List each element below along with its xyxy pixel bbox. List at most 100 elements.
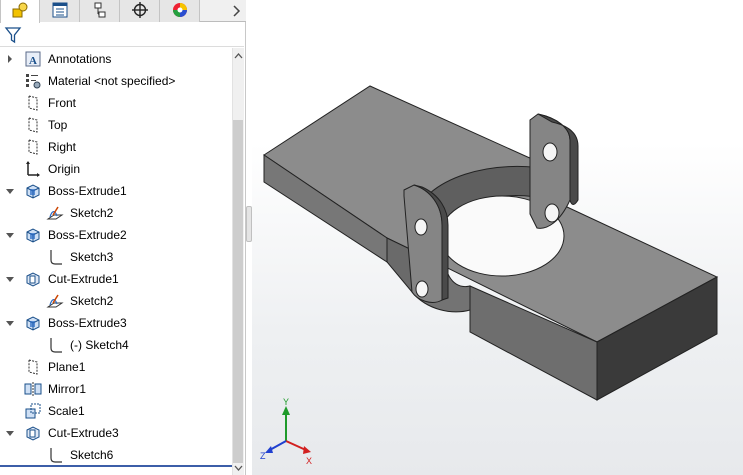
tree-item[interactable]: Boss-Extrude1 bbox=[0, 180, 232, 202]
cut-extrude-icon bbox=[24, 424, 42, 442]
z-axis-arrow bbox=[265, 446, 273, 453]
scroll-down-button[interactable] bbox=[233, 462, 243, 474]
scale-icon bbox=[24, 402, 42, 420]
tree-item-label: (-) Sketch4 bbox=[70, 338, 129, 352]
tree-item[interactable]: Sketch2 bbox=[0, 202, 232, 224]
display-manager-icon bbox=[11, 1, 29, 22]
part-model[interactable] bbox=[252, 0, 743, 475]
tree-item[interactable]: Material <not specified> bbox=[0, 70, 232, 92]
tree-item[interactable]: Sketch2 bbox=[0, 290, 232, 312]
selection-bar bbox=[0, 465, 232, 467]
tree-item-label: Material <not specified> bbox=[48, 74, 176, 88]
tab-feature-manager[interactable] bbox=[40, 0, 80, 22]
more-tabs-button[interactable] bbox=[226, 0, 246, 22]
boss-extrude-icon bbox=[24, 226, 42, 244]
feature-tree: A Annotations Material <not specified> Fron… bbox=[0, 48, 232, 475]
sketch-icon bbox=[46, 204, 64, 222]
left-ear-hole-lower[interactable] bbox=[415, 280, 429, 298]
tree-item-label: Annotations bbox=[48, 52, 112, 66]
tree-item-label: Cut-Extrude1 bbox=[48, 272, 119, 286]
tree-item-label: Boss-Extrude3 bbox=[48, 316, 127, 330]
tree-item[interactable]: Top bbox=[0, 114, 232, 136]
tab-appearance[interactable] bbox=[160, 0, 200, 22]
tree-item-label: Cut-Extrude3 bbox=[48, 426, 119, 440]
tree-item[interactable]: Cut-Extrude1 bbox=[0, 268, 232, 290]
chevron-up-icon bbox=[234, 53, 242, 59]
tree-item[interactable]: Cut-Extrude3 bbox=[0, 422, 232, 444]
material-icon bbox=[24, 72, 42, 90]
sketch-profile-icon bbox=[46, 336, 64, 354]
svg-text:A: A bbox=[29, 55, 37, 67]
tree-item-label: Boss-Extrude1 bbox=[48, 184, 127, 198]
tab-dim-xpert[interactable] bbox=[120, 0, 160, 22]
scroll-up-button[interactable] bbox=[233, 50, 243, 62]
appearance-ball-icon bbox=[171, 1, 189, 22]
expand-arrow-down-icon[interactable] bbox=[4, 317, 16, 329]
tree-item[interactable]: Sketch3 bbox=[0, 246, 232, 268]
left-ear-hole-upper[interactable] bbox=[414, 218, 428, 236]
tree-item[interactable]: Right bbox=[0, 136, 232, 158]
expand-arrow-down-icon[interactable] bbox=[4, 229, 16, 241]
tree-item-label: Scale1 bbox=[48, 404, 85, 418]
tree-item[interactable]: Boss-Extrude2 bbox=[0, 224, 232, 246]
tree-item-label: Top bbox=[48, 118, 68, 132]
filter-icon[interactable] bbox=[4, 26, 22, 44]
tree-item-label: Sketch2 bbox=[70, 206, 114, 220]
expand-arrow-down-icon[interactable] bbox=[4, 427, 16, 439]
tab-configuration-manager[interactable] bbox=[80, 0, 120, 22]
cut-extrude-icon bbox=[24, 270, 42, 288]
crosshair-icon bbox=[131, 1, 149, 22]
y-axis-label: Y bbox=[283, 397, 289, 407]
tree-item-label: Sketch6 bbox=[70, 448, 114, 462]
tree-item-label: Boss-Extrude2 bbox=[48, 228, 127, 242]
manager-tab-bar bbox=[0, 0, 246, 23]
boss-extrude-icon bbox=[24, 314, 42, 332]
tree-item[interactable]: Scale1 bbox=[0, 400, 232, 422]
mirror-icon bbox=[24, 380, 42, 398]
tree-item-label: Right bbox=[48, 140, 77, 154]
tree-item[interactable]: (-) Sketch4 bbox=[0, 334, 232, 356]
sketch-profile-icon bbox=[46, 248, 64, 266]
right-ear-hole-upper[interactable] bbox=[542, 142, 558, 162]
plane-icon bbox=[24, 94, 42, 112]
expand-arrow-down-icon[interactable] bbox=[4, 185, 16, 197]
tree-item[interactable]: Origin bbox=[0, 158, 232, 180]
tree-item-label: Sketch2 bbox=[70, 294, 114, 308]
annotations-icon: A bbox=[24, 50, 42, 68]
plane-icon bbox=[24, 116, 42, 134]
tree-item-label: Origin bbox=[48, 162, 81, 176]
filter-bar[interactable] bbox=[0, 23, 244, 47]
chevron-down-icon bbox=[234, 465, 242, 471]
tree-item-label: Mirror1 bbox=[48, 382, 86, 396]
tree-item[interactable]: Plane1 bbox=[0, 356, 232, 378]
z-axis-label: Z bbox=[260, 451, 266, 461]
plane-icon bbox=[24, 138, 42, 156]
sketch-icon bbox=[46, 292, 64, 310]
tree-item[interactable]: A Annotations bbox=[0, 48, 232, 70]
y-axis-arrow bbox=[282, 406, 290, 415]
right-ear-hole-lower[interactable] bbox=[544, 203, 560, 223]
tree-item[interactable]: Sketch6 bbox=[0, 444, 232, 466]
feature-manager-panel: A Annotations Material <not specified> Fron… bbox=[0, 0, 246, 475]
origin-icon bbox=[24, 160, 42, 178]
expand-arrow-right-icon[interactable] bbox=[4, 53, 16, 65]
expand-arrow-down-icon[interactable] bbox=[4, 273, 16, 285]
tab-display-manager[interactable] bbox=[0, 0, 40, 23]
tree-item-label: Plane1 bbox=[48, 360, 86, 374]
feature-tree-icon bbox=[51, 1, 69, 22]
tree-item-label: Front bbox=[48, 96, 77, 110]
tree-item-label: Sketch3 bbox=[70, 250, 114, 264]
boss-extrude-icon bbox=[24, 182, 42, 200]
tree-item[interactable]: Boss-Extrude3 bbox=[0, 312, 232, 334]
tree-scrollbar-thumb[interactable] bbox=[233, 120, 243, 463]
coordinate-triad: Y X Z bbox=[260, 397, 312, 465]
x-axis-arrow bbox=[303, 446, 311, 454]
configuration-icon bbox=[91, 1, 109, 22]
tree-item[interactable]: Mirror1 bbox=[0, 378, 232, 400]
x-axis-label: X bbox=[306, 456, 312, 465]
plane-icon bbox=[24, 358, 42, 376]
sketch-profile-icon bbox=[46, 446, 64, 464]
graphics-viewport[interactable]: Y X Z bbox=[252, 0, 743, 475]
tree-item[interactable]: Front bbox=[0, 92, 232, 114]
chevron-right-icon bbox=[233, 5, 241, 17]
